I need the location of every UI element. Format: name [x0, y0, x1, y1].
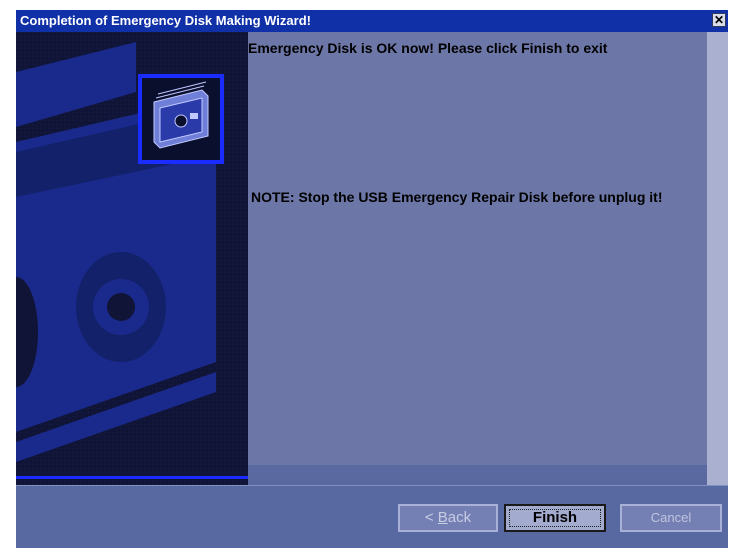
cancel-button[interactable]: Cancel — [620, 504, 722, 532]
wizard-content: Emergency Disk is OK now! Please click F… — [248, 32, 707, 465]
side-panel-accent-line — [16, 476, 248, 479]
title-bar[interactable]: Completion of Emergency Disk Making Wiza… — [16, 10, 728, 32]
close-icon[interactable]: ✕ — [712, 13, 726, 27]
button-bar: < Back Finish Cancel — [16, 485, 728, 548]
wizard-side-panel — [16, 32, 248, 485]
back-button[interactable]: < Back — [398, 504, 498, 532]
content-right-edge — [707, 32, 728, 485]
usb-note: NOTE: Stop the USB Emergency Repair Disk… — [251, 189, 663, 205]
wizard-window: Completion of Emergency Disk Making Wiza… — [16, 10, 728, 548]
content-bottom-strip — [248, 465, 707, 485]
window-title: Completion of Emergency Disk Making Wiza… — [20, 13, 311, 28]
back-prefix: < — [424, 509, 438, 526]
usb-drive-icon — [138, 74, 224, 164]
focus-outline — [509, 509, 601, 527]
completion-message: Emergency Disk is OK now! Please click F… — [248, 40, 608, 56]
finish-button[interactable]: Finish — [504, 504, 606, 532]
side-panel-artwork — [16, 32, 248, 485]
back-accelerator: B — [437, 509, 448, 526]
back-label-rest: ack — [447, 509, 472, 526]
